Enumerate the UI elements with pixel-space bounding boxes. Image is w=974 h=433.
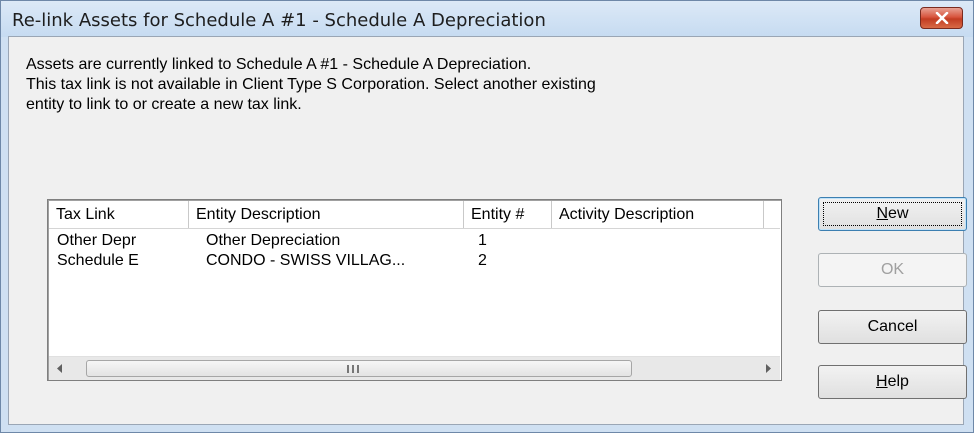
cancel-button[interactable]: Cancel [818, 310, 967, 344]
list-rows: Other Depr Other Depreciation 1 Schedule… [49, 231, 780, 271]
message-line: Assets are currently linked to Schedule … [26, 56, 532, 73]
column-header-activity-description[interactable]: Activity Description [552, 201, 764, 228]
cell-tax-link: Schedule E [57, 252, 139, 269]
ok-button[interactable]: OK [818, 253, 967, 287]
close-icon [935, 12, 949, 24]
arrow-left-icon [57, 360, 63, 378]
table-row[interactable]: Other Depr Other Depreciation 1 [49, 231, 780, 251]
scroll-right-button[interactable] [757, 357, 779, 380]
ok-button-label: OK [880, 261, 905, 278]
window-title: Re-link Assets for Schedule A #1 - Sched… [12, 10, 546, 31]
help-button-label: elp [887, 373, 909, 390]
cell-entity-number: 1 [478, 232, 487, 249]
cell-tax-link: Other Depr [57, 232, 137, 249]
column-header-entity-description[interactable]: Entity Description [189, 201, 464, 228]
message-line: This tax link is not available in Client… [26, 76, 596, 93]
column-header-tax-link[interactable]: Tax Link [49, 201, 189, 228]
close-button[interactable] [920, 7, 963, 29]
grip-icon [347, 365, 359, 373]
help-button[interactable]: Help [818, 365, 967, 399]
new-button[interactable]: New [818, 197, 967, 231]
scroll-left-button[interactable] [49, 357, 71, 380]
column-header-entity-number[interactable]: Entity # [464, 201, 552, 228]
table-row[interactable]: Schedule E CONDO - SWISS VILLAG... 2 [49, 251, 780, 271]
help-button-accel: H [876, 373, 888, 390]
cancel-button-label: Cancel [867, 318, 918, 335]
title-bar[interactable]: Re-link Assets for Schedule A #1 - Sched… [1, 1, 973, 37]
list-header: Tax Link Entity Description Entity # Act… [49, 201, 780, 229]
message-text: Assets are currently linked to Schedule … [26, 55, 826, 115]
horizontal-scrollbar[interactable] [49, 356, 780, 380]
cell-entity-description: CONDO - SWISS VILLAG... [206, 252, 406, 269]
arrow-right-icon [765, 360, 771, 378]
focus-rectangle [823, 202, 962, 226]
entity-list[interactable]: Tax Link Entity Description Entity # Act… [47, 199, 782, 381]
cell-entity-number: 2 [478, 252, 487, 269]
cell-entity-description: Other Depreciation [206, 232, 341, 249]
message-line: entity to link to or create a new tax li… [26, 96, 302, 113]
scrollbar-thumb[interactable] [86, 360, 632, 377]
